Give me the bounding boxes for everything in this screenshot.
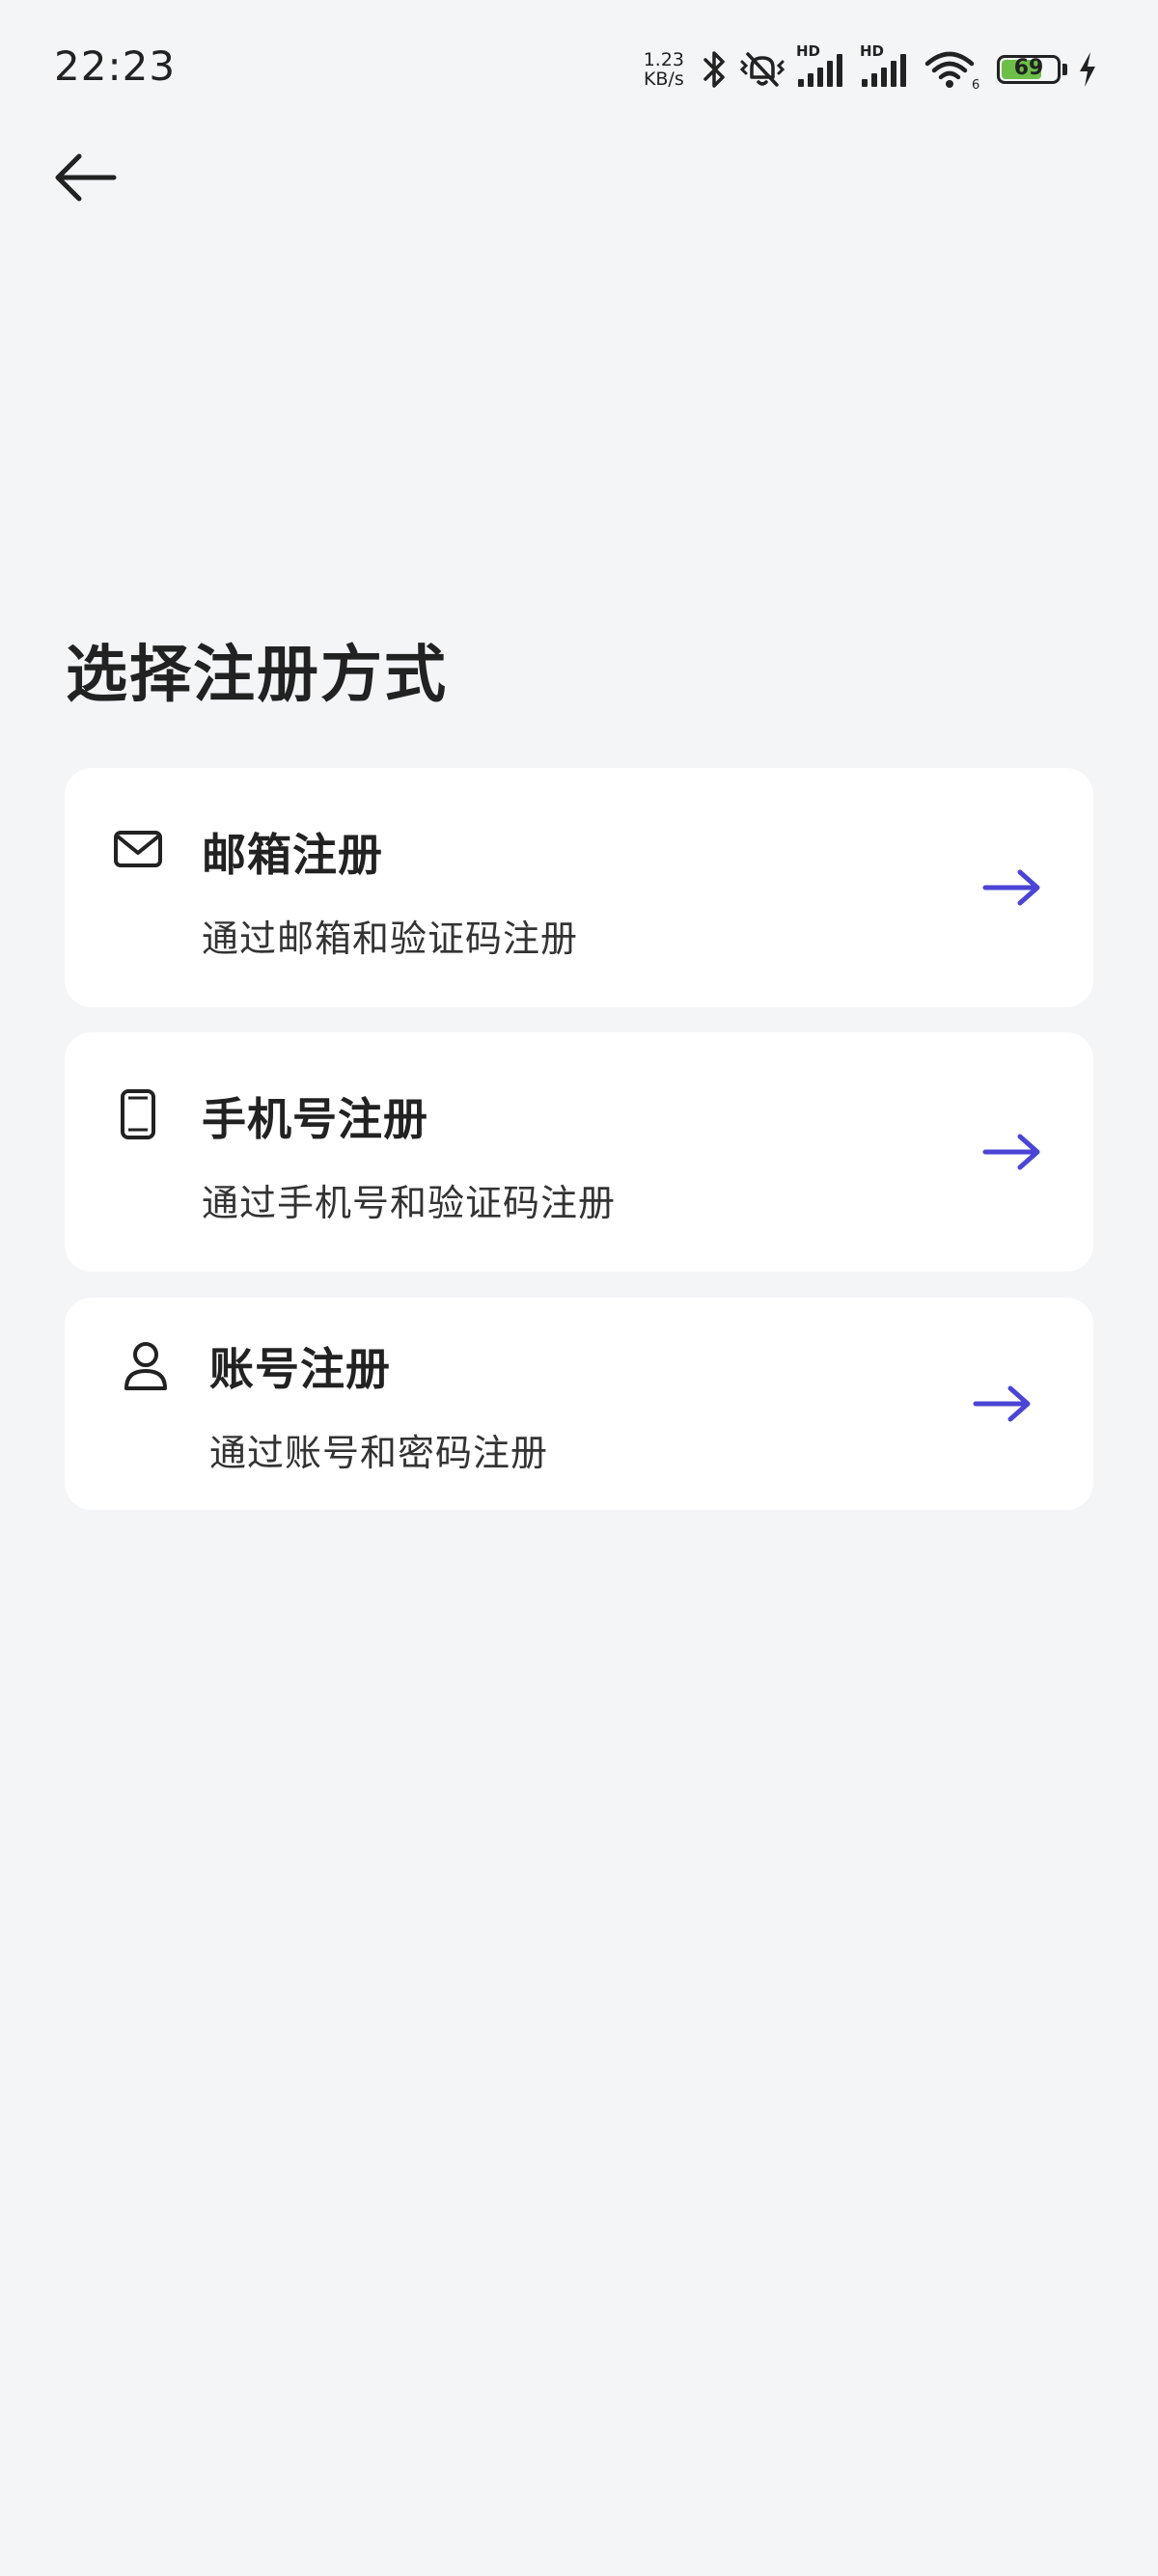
option-title: 手机号注册 <box>202 1093 428 1145</box>
option-subtitle: 通过手机号和验证码注册 <box>202 1182 617 1224</box>
signal-icon: HD <box>860 42 914 91</box>
signal-hd-label: HD <box>860 42 885 60</box>
option-subtitle: 通过邮箱和验证码注册 <box>202 918 579 960</box>
wifi-icon: 6 <box>924 48 979 91</box>
option-title: 邮箱注册 <box>202 829 383 881</box>
bluetooth-icon <box>700 48 729 91</box>
back-button[interactable] <box>44 145 125 214</box>
status-icons: 1.23 KB/s HD HD 6 69 <box>644 42 1098 96</box>
signal-hd-label: HD <box>796 42 821 60</box>
network-speed-unit: KB/s <box>643 69 684 90</box>
status-bar: 22:23 1.23 KB/s HD HD 6 69 <box>0 0 1158 135</box>
user-icon <box>123 1340 169 1392</box>
battery-level: 69 <box>1013 56 1044 80</box>
option-subtitle: 通过账号和密码注册 <box>209 1432 549 1474</box>
charging-icon <box>1077 50 1098 89</box>
status-time: 22:23 <box>54 42 177 90</box>
mail-icon <box>113 828 163 870</box>
option-title: 账号注册 <box>209 1343 391 1395</box>
arrow-right-icon <box>982 869 1040 906</box>
register-method-screen: 22:23 1.23 KB/s HD HD 6 69 选择注册方式 邮箱注册 通… <box>0 0 1158 2576</box>
signal-icon: HD <box>796 42 850 91</box>
arrow-right-icon <box>973 1385 1031 1422</box>
arrow-left-icon <box>52 152 118 206</box>
network-speed-value: 1.23 <box>643 49 684 70</box>
phone-register-option[interactable]: 手机号注册 通过手机号和验证码注册 <box>65 1032 1093 1272</box>
battery-icon: 69 <box>997 55 1061 84</box>
email-register-option[interactable]: 邮箱注册 通过邮箱和验证码注册 <box>65 768 1093 1007</box>
arrow-right-icon <box>982 1134 1040 1170</box>
mute-vibrate-icon <box>738 48 786 91</box>
page-title: 选择注册方式 <box>66 640 448 711</box>
network-speed: 1.23 KB/s <box>644 50 684 89</box>
smartphone-icon <box>119 1088 157 1140</box>
wifi-badge: 6 <box>972 78 979 91</box>
battery-cap <box>1062 64 1067 75</box>
account-register-option[interactable]: 账号注册 通过账号和密码注册 <box>65 1298 1093 1510</box>
